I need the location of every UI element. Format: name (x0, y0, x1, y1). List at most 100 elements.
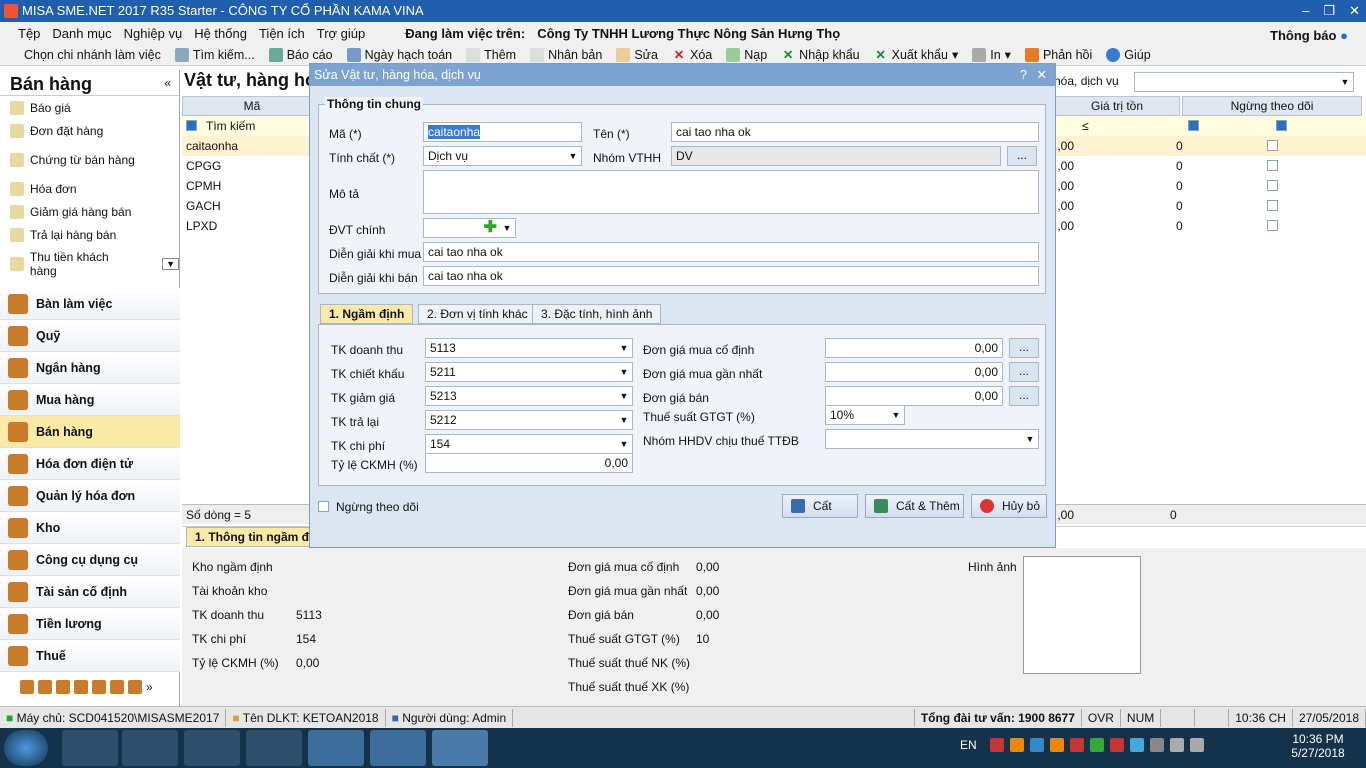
menu-catalog[interactable]: Danh mục (52, 26, 111, 41)
module-e-invoice[interactable]: Hóa đơn điện tử (0, 448, 180, 480)
more-icon[interactable]: » (146, 680, 153, 694)
col-header-code[interactable]: Mã (182, 96, 322, 116)
account-select[interactable]: 5211 ▼ (425, 362, 633, 382)
collapse-icon[interactable]: « (164, 76, 171, 90)
module-warehouse[interactable]: Kho (0, 512, 180, 544)
sidebar-item-quote[interactable]: Báo giá (10, 96, 179, 119)
module-tax[interactable]: Thuế (0, 640, 180, 672)
filter-checkbox[interactable] (186, 120, 197, 131)
print-button[interactable]: In ▾ (968, 47, 1015, 62)
shortcut-icon[interactable] (128, 680, 142, 694)
menu-help[interactable]: Trợ giúp (317, 26, 366, 41)
tab-attributes[interactable]: 3. Đặc tính, hình ảnh (532, 304, 662, 324)
tray-app-icon[interactable] (1070, 738, 1084, 752)
import-button[interactable]: ✕ Nhập khẩu (777, 48, 863, 62)
price-field[interactable]: 0,00 (825, 362, 1003, 382)
account-select[interactable]: 154 ▼ (425, 434, 633, 454)
description-field[interactable] (423, 170, 1039, 214)
filter-select[interactable]: ▼ (1134, 72, 1354, 92)
shortcut-icon[interactable] (110, 680, 124, 694)
row-inactive-checkbox[interactable] (1267, 180, 1278, 191)
col-header-inactive[interactable]: Ngừng theo dõi (1182, 96, 1362, 116)
delete-button[interactable]: ✕ Xóa (668, 48, 716, 62)
shortcut-icon[interactable] (74, 680, 88, 694)
row-inactive-checkbox[interactable] (1267, 160, 1278, 171)
code-field[interactable]: caitaonha (423, 122, 582, 142)
feedback-button[interactable]: Phản hồi (1021, 47, 1096, 62)
module-desk[interactable]: Bàn làm việc (0, 288, 180, 320)
discount-field[interactable]: 0,00 (425, 453, 633, 473)
tray-app-icon[interactable] (1010, 738, 1024, 752)
group-browse-button[interactable]: ... (1007, 146, 1037, 166)
price-browse-button[interactable]: ... (1009, 386, 1039, 406)
vat-select[interactable]: 10% ▼ (825, 405, 905, 425)
network-icon[interactable] (1170, 738, 1184, 752)
shortcut-icon[interactable] (38, 680, 52, 694)
tray-app-icon[interactable] (1150, 738, 1164, 752)
row-inactive-checkbox[interactable] (1267, 220, 1278, 231)
edit-button[interactable]: Sửa (612, 47, 662, 62)
tray-app-icon[interactable] (1130, 738, 1144, 752)
close-icon[interactable]: ✕ (1037, 64, 1047, 86)
sidebar-item-invoice[interactable]: Hóa đơn (10, 177, 179, 200)
misa-icon[interactable] (432, 730, 488, 766)
sidebar-item-return[interactable]: Trả lại hàng bán (10, 223, 179, 246)
language-indicator[interactable]: EN (960, 738, 977, 752)
unit-select[interactable]: ▼ ✚ (423, 218, 516, 238)
minimize-icon[interactable]: ‒ (1302, 0, 1309, 22)
report-button[interactable]: Báo cáo (265, 47, 337, 62)
menu-operations[interactable]: Nghiệp vụ (124, 26, 183, 41)
reload-button[interactable]: Nạp (722, 47, 771, 62)
media-player-icon[interactable] (122, 730, 178, 766)
image-box[interactable] (1023, 556, 1141, 674)
branch-button[interactable]: Chọn chi nhánh làm việc (20, 48, 165, 62)
tray-app-icon[interactable] (1110, 738, 1124, 752)
shortcut-icon[interactable] (92, 680, 106, 694)
zalo-icon[interactable] (308, 730, 364, 766)
firefox-icon[interactable] (246, 730, 302, 766)
account-select[interactable]: 5213 ▼ (425, 386, 633, 406)
help-button[interactable]: Giúp (1102, 47, 1154, 62)
scroll-down-icon[interactable]: ▼ (162, 257, 179, 270)
row-inactive-checkbox[interactable] (1267, 140, 1278, 151)
sell-desc-field[interactable]: cai tao nha ok (423, 266, 1039, 286)
type-select[interactable]: Dịch vụ ▼ (423, 146, 582, 166)
sidebar-item-discount[interactable]: Giảm giá hàng bán (10, 200, 179, 223)
module-payroll[interactable]: Tiền lương (0, 608, 180, 640)
cancel-button[interactable]: Hủy bỏ (971, 494, 1047, 518)
save-add-button[interactable]: Cất & Thêm (865, 494, 964, 518)
ttdb-select[interactable]: ▼ (825, 429, 1039, 449)
col-header-stock-value[interactable]: Giá trị tồn (1054, 96, 1180, 116)
inactive-checkbox[interactable] (318, 501, 329, 512)
search-button[interactable]: Tìm kiếm... (171, 47, 259, 62)
shortcut-icon[interactable] (56, 680, 70, 694)
sidebar-item-order[interactable]: Đơn đặt hàng (10, 119, 179, 142)
tab-defaults[interactable]: 1. Ngầm định (320, 304, 414, 324)
module-sales[interactable]: Bán hàng (0, 416, 180, 448)
start-icon[interactable] (4, 730, 48, 766)
tray-app-icon[interactable] (1030, 738, 1044, 752)
tab-other-units[interactable]: 2. Đơn vị tính khác (418, 304, 537, 324)
posting-date-button[interactable]: Ngày hạch toán (343, 47, 457, 62)
help-icon[interactable]: ? (1020, 64, 1027, 86)
buy-desc-field[interactable]: cai tao nha ok (423, 242, 1039, 262)
notification-button[interactable]: Thông báo ● (1270, 28, 1348, 43)
duplicate-button[interactable]: Nhân bản (526, 47, 606, 62)
sidebar-item-collect[interactable]: Thu tiền khách hàng ▼ (10, 250, 179, 278)
menu-system[interactable]: Hệ thống (194, 26, 247, 41)
price-browse-button[interactable]: ... (1009, 338, 1039, 358)
add-button[interactable]: Thêm (462, 47, 520, 62)
module-cash[interactable]: Quỹ (0, 320, 180, 352)
module-purchase[interactable]: Mua hàng (0, 384, 180, 416)
account-select[interactable]: 5212 ▼ (425, 410, 633, 430)
word-icon[interactable] (370, 730, 426, 766)
close-icon[interactable]: ✕ (1349, 0, 1360, 22)
save-button[interactable]: Cất (782, 494, 858, 518)
tray-app-icon[interactable] (990, 738, 1004, 752)
add-unit-icon[interactable]: ✚ (484, 219, 497, 237)
tray-app-icon[interactable] (1090, 738, 1104, 752)
module-bank[interactable]: Ngân hàng (0, 352, 180, 384)
volume-icon[interactable] (1190, 738, 1204, 752)
price-field[interactable]: 0,00 (825, 338, 1003, 358)
group-field[interactable]: DV (671, 146, 1001, 166)
